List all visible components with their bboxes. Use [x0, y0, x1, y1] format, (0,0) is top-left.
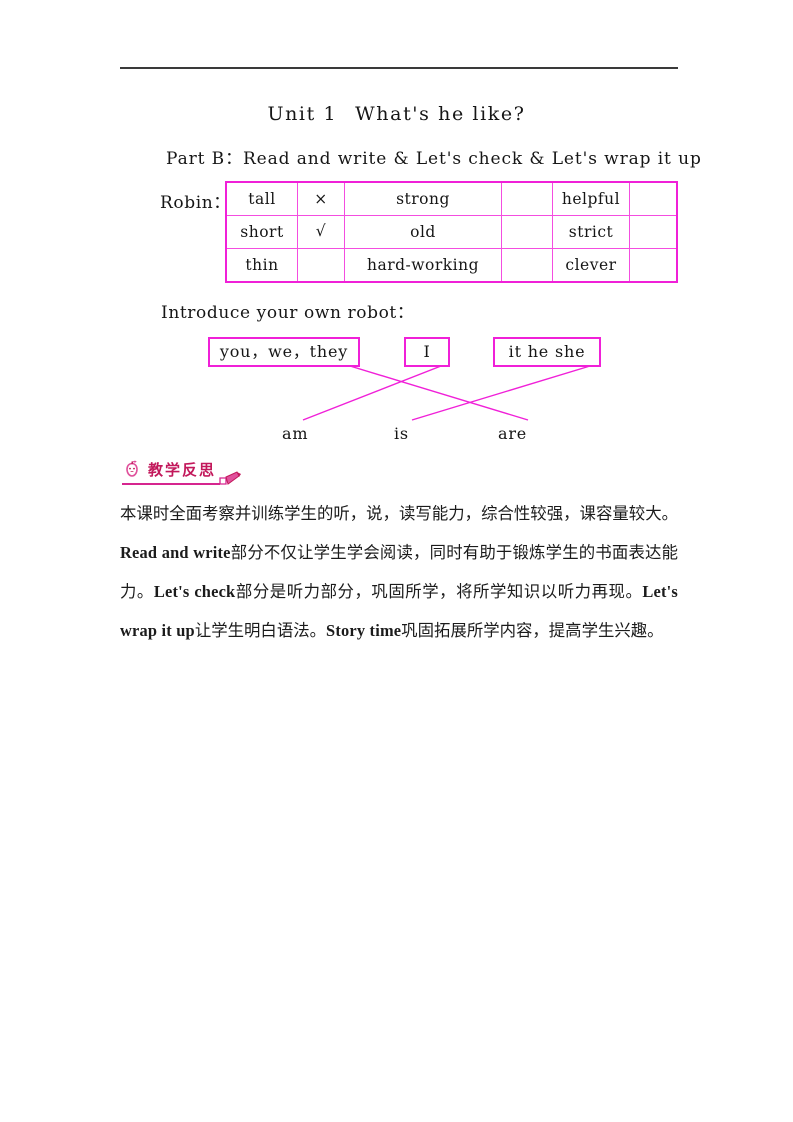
table-cell-adjective: old — [344, 215, 502, 249]
worksheet-title: Unit 1 What's he like? — [0, 103, 793, 125]
verb-label-am[interactable]: am — [282, 424, 308, 443]
table-cell-adjective: tall — [225, 181, 298, 216]
connector-line-itheshe-is — [411, 365, 591, 421]
table-cell-adjective: clever — [552, 248, 630, 283]
verb-label-are[interactable]: are — [498, 424, 527, 443]
table-row: tall × strong helpful — [225, 181, 678, 216]
reflection-segment-en: Story time — [326, 621, 402, 640]
reflection-segment: 部分是听力部分，巩固所学，将所学知识以听力再现。 — [235, 582, 643, 601]
reflection-segment: 让学生明白语法。 — [194, 621, 326, 640]
table-cell-adjective: thin — [225, 248, 298, 283]
table-cell-mark — [629, 248, 678, 283]
robin-adjective-table: tall × strong helpful short √ old strict — [225, 181, 678, 283]
reflection-segment: 巩固拓展所学内容，提高学生兴趣。 — [401, 621, 664, 640]
table-cell-mark — [297, 248, 345, 283]
table-cell-mark: √ — [297, 215, 345, 249]
worksheet-title-unit: Unit 1 — [267, 103, 338, 125]
reflection-underline — [122, 483, 220, 485]
table-cell-mark — [629, 181, 678, 216]
pronoun-box-it-he-she[interactable]: it he she — [493, 337, 601, 367]
table-cell-mark: × — [297, 181, 345, 216]
reflection-segment-en: Read and write — [120, 543, 231, 562]
table-cell-adjective: hard-working — [344, 248, 502, 283]
reflection-heading-label: 教学反思 — [148, 461, 217, 479]
table-cell-adjective: strict — [552, 215, 630, 249]
introduce-robot-label: Introduce your own robot： — [161, 303, 415, 323]
pronoun-box-i[interactable]: I — [404, 337, 450, 367]
robin-label: Robin： — [160, 193, 231, 213]
document-page: Unit 1 What's he like? Part B：Read and wr… — [0, 0, 793, 1122]
pencil-arrow-icon — [219, 471, 241, 485]
worksheet-part-line: Part B：Read and write & Let's check & Le… — [166, 149, 702, 169]
table-cell-mark — [501, 181, 553, 216]
table-cell-mark — [629, 215, 678, 249]
table-row: thin hard-working clever — [225, 248, 678, 283]
worksheet-title-question: What's he like? — [355, 103, 526, 125]
table-row: short √ old strict — [225, 215, 678, 249]
verb-label-is[interactable]: is — [394, 424, 409, 443]
pronoun-box-you-we-they[interactable]: you，we，they — [208, 337, 360, 367]
worksheet-scan-region: Unit 1 What's he like? Part B：Read and wr… — [0, 0, 793, 450]
table-cell-adjective: helpful — [552, 181, 630, 216]
connector-line-i-am — [302, 365, 442, 421]
table-cell-mark — [501, 215, 553, 249]
reflection-segment-en: Let's check — [153, 582, 236, 601]
table-cell-mark — [501, 248, 553, 283]
reflection-segment: 本课时全面考察并训练学生的听，说，读写能力，综合性较强，课容量较大。 — [120, 504, 678, 523]
connector-line-you-are — [349, 365, 529, 421]
table-cell-adjective: short — [225, 215, 298, 249]
reflection-paragraph: 本课时全面考察并训练学生的听，说，读写能力，综合性较强，课容量较大。 Read a… — [120, 494, 678, 650]
apple-icon — [126, 460, 138, 477]
reflection-heading: 教学反思 — [120, 455, 250, 489]
table-cell-adjective: strong — [344, 181, 502, 216]
